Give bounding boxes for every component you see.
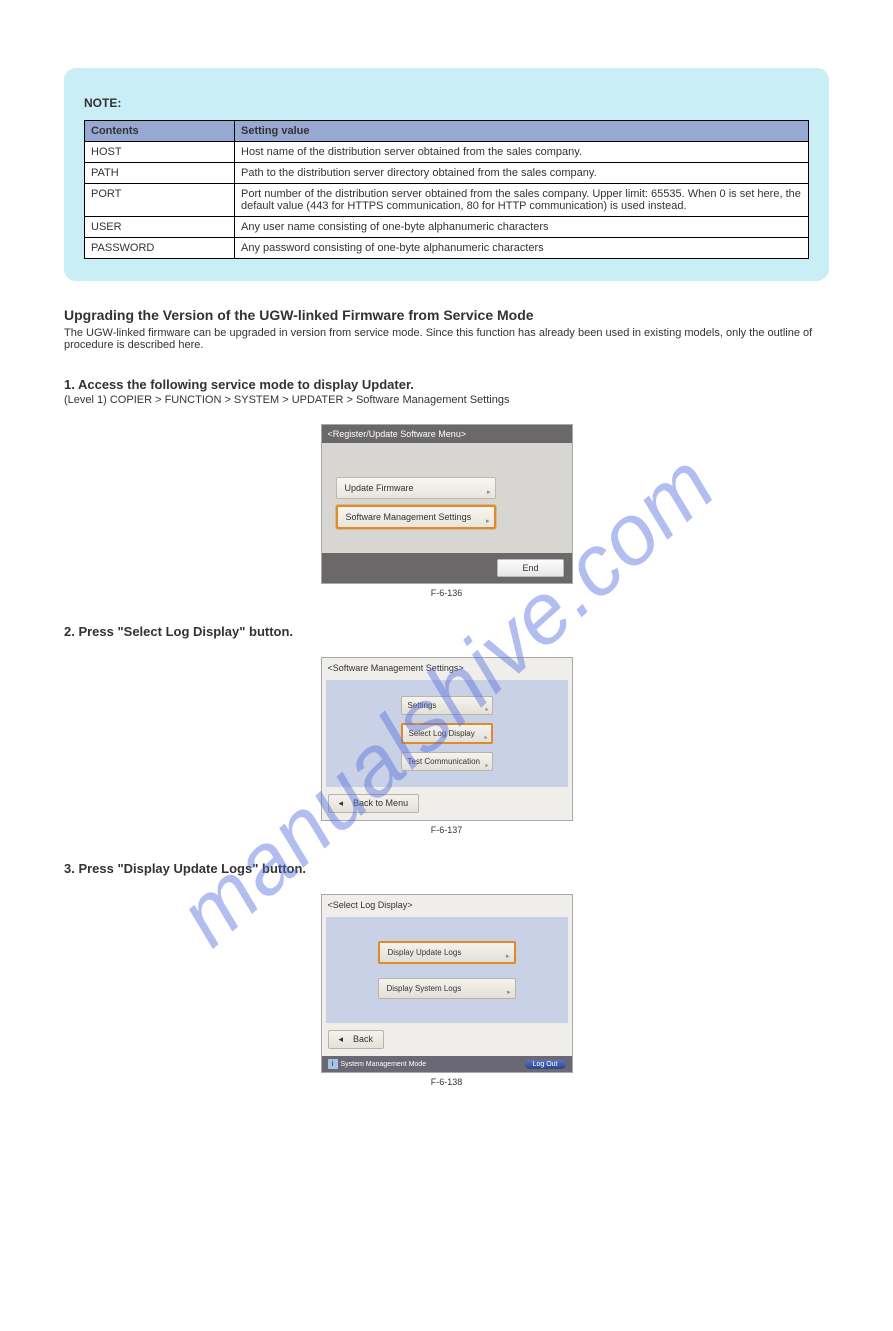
chevron-right-icon: ▸ — [487, 488, 491, 496]
table-row: HOST Host name of the distribution serve… — [85, 142, 809, 163]
table-row: USER Any user name consisting of one-byt… — [85, 217, 809, 238]
figure-2: <Software Management Settings> Settings … — [321, 657, 573, 835]
figure-1: <Register/Update Software Menu> Update F… — [321, 424, 573, 598]
figure-3-caption: F-6-138 — [321, 1077, 573, 1087]
settings-button[interactable]: Settings ▸ — [401, 696, 493, 715]
note-table: Contents Setting value HOST Host name of… — [84, 120, 809, 259]
update-firmware-button[interactable]: Update Firmware ▸ — [336, 477, 496, 499]
button-label: Settings — [408, 701, 437, 710]
cell-val: Any password consisting of one-byte alph… — [235, 238, 809, 259]
chevron-right-icon: ▸ — [507, 988, 511, 996]
table-row: PASSWORD Any password consisting of one-… — [85, 238, 809, 259]
cell-val: Port number of the distribution server o… — [235, 184, 809, 217]
cell-val: Any user name consisting of one-byte alp… — [235, 217, 809, 238]
status-text: System Management Mode — [341, 1061, 427, 1068]
chevron-right-icon: ▸ — [485, 706, 488, 713]
section-heading: Upgrading the Version of the UGW-linked … — [64, 307, 829, 323]
step-3-title: 3. Press "Display Update Logs" button. — [64, 861, 829, 876]
status-info-icon: i — [328, 1059, 338, 1069]
table-header-contents: Contents — [85, 121, 235, 142]
button-label: Display System Logs — [387, 984, 462, 993]
figure-1-caption: F-6-136 — [321, 588, 573, 598]
back-button[interactable]: ◂ Back — [328, 1030, 385, 1049]
back-to-menu-button[interactable]: ◂ Back to Menu — [328, 794, 420, 813]
status-bar: i System Management Mode Log Out — [322, 1056, 572, 1072]
test-communication-button[interactable]: Test Communication ▸ — [401, 752, 493, 771]
cell-key: PATH — [85, 163, 235, 184]
chevron-right-icon: ▸ — [485, 762, 488, 769]
panel1-header: <Register/Update Software Menu> — [322, 425, 572, 443]
button-label: End — [522, 563, 538, 573]
figure-3: <Select Log Display> Display Update Logs… — [321, 894, 573, 1087]
button-label: Back to Menu — [353, 798, 408, 808]
note-box: NOTE: Contents Setting value HOST Host n… — [64, 68, 829, 281]
display-system-logs-button[interactable]: Display System Logs ▸ — [378, 978, 516, 999]
cell-key: HOST — [85, 142, 235, 163]
table-row: PATH Path to the distribution server dir… — [85, 163, 809, 184]
note-title: NOTE: — [84, 96, 809, 110]
panel3-header: <Select Log Display> — [322, 895, 572, 915]
chevron-right-icon: ▸ — [506, 952, 510, 960]
button-label: Display Update Logs — [388, 948, 462, 957]
button-label: Update Firmware — [345, 483, 414, 493]
button-label: Select Log Display — [409, 729, 475, 738]
select-log-display-button[interactable]: Select Log Display ▸ — [401, 723, 493, 744]
figure-2-caption: F-6-137 — [321, 825, 573, 835]
step-1-title: 1. Access the following service mode to … — [64, 377, 829, 392]
table-row: PORT Port number of the distribution ser… — [85, 184, 809, 217]
chevron-right-icon: ▸ — [486, 517, 490, 525]
step-1-body: (Level 1) COPIER > FUNCTION > SYSTEM > U… — [64, 394, 829, 406]
chevron-left-icon: ◂ — [339, 1034, 344, 1044]
cell-key: PASSWORD — [85, 238, 235, 259]
button-label: Software Management Settings — [346, 512, 472, 522]
panel2-header: <Software Management Settings> — [322, 658, 572, 678]
cell-key: USER — [85, 217, 235, 238]
logout-button[interactable]: Log Out — [525, 1060, 566, 1069]
button-label: Log Out — [533, 1061, 558, 1068]
section-intro: The UGW-linked firmware can be upgraded … — [64, 327, 829, 351]
chevron-right-icon: ▸ — [484, 734, 487, 741]
step-2-title: 2. Press "Select Log Display" button. — [64, 624, 829, 639]
end-button[interactable]: End — [497, 559, 563, 577]
display-update-logs-button[interactable]: Display Update Logs ▸ — [378, 941, 516, 964]
cell-val: Path to the distribution server director… — [235, 163, 809, 184]
software-management-settings-button[interactable]: Software Management Settings ▸ — [336, 505, 496, 529]
cell-val: Host name of the distribution server obt… — [235, 142, 809, 163]
cell-key: PORT — [85, 184, 235, 217]
button-label: Back — [353, 1034, 373, 1044]
button-label: Test Communication — [408, 757, 480, 766]
chevron-left-icon: ◂ — [339, 798, 344, 808]
table-header-value: Setting value — [235, 121, 809, 142]
